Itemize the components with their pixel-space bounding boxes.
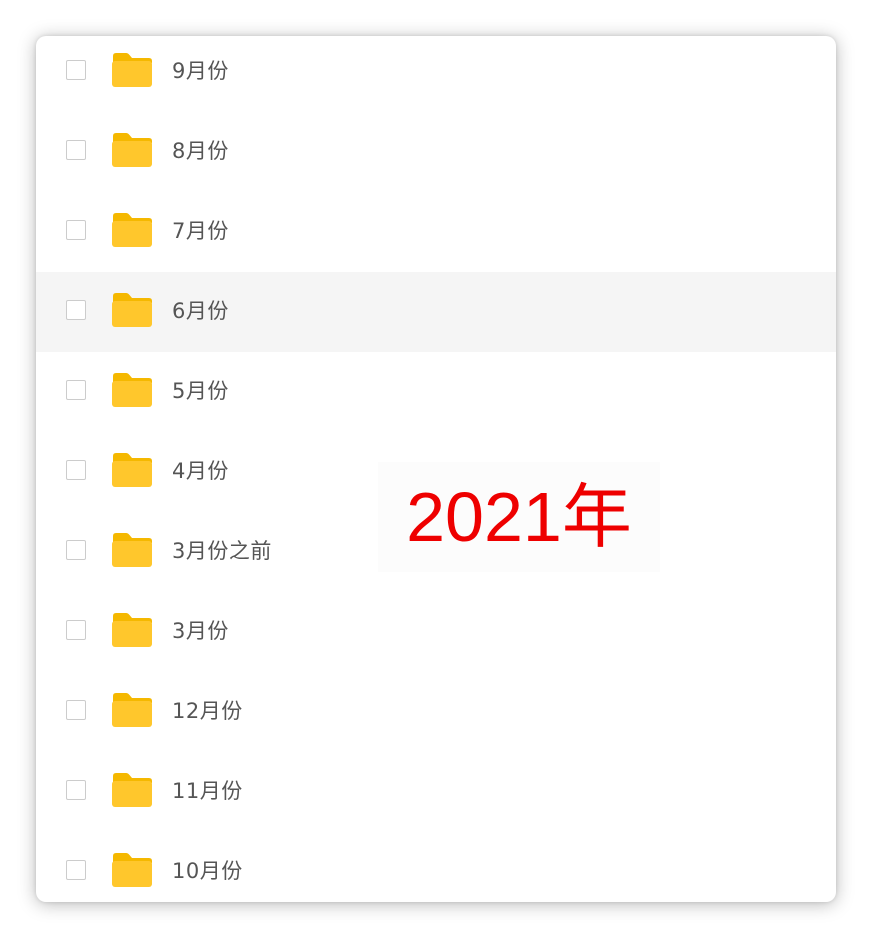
folder-name[interactable]: 3月份 [172,618,229,644]
folder-icon [111,372,153,408]
folder-name[interactable]: 7月份 [172,218,229,244]
folder-row[interactable]: 3月份 [36,592,836,672]
row-checkbox[interactable] [66,380,86,400]
folder-icon [111,532,153,568]
folder-icon [111,612,153,648]
folder-icon [111,212,153,248]
folder-row-hovered[interactable]: 6月份 [36,272,836,352]
folder-name[interactable]: 10月份 [172,858,243,884]
year-overlay-text: 2021年 [406,478,632,556]
row-checkbox[interactable] [66,140,86,160]
folder-icon [111,132,153,168]
folder-name[interactable]: 9月份 [172,58,229,84]
row-checkbox[interactable] [66,780,86,800]
row-checkbox[interactable] [66,460,86,480]
folder-name[interactable]: 8月份 [172,138,229,164]
row-checkbox[interactable] [66,300,86,320]
row-checkbox[interactable] [66,220,86,240]
folder-icon [111,852,153,888]
folder-icon [111,292,153,328]
year-overlay: 2021年 [378,462,660,572]
folder-row[interactable]: 5月份 [36,352,836,432]
folder-name[interactable]: 12月份 [172,698,243,724]
row-checkbox[interactable] [66,60,86,80]
row-checkbox[interactable] [66,620,86,640]
folder-name[interactable]: 11月份 [172,778,243,804]
folder-row[interactable]: 8月份 [36,112,836,192]
folder-name[interactable]: 4月份 [172,458,229,484]
folder-row[interactable]: 10月份 [36,832,836,902]
folder-name[interactable]: 3月份之前 [172,538,272,564]
folder-row[interactable]: 12月份 [36,672,836,752]
row-checkbox[interactable] [66,540,86,560]
folder-row[interactable]: 9月份 [36,36,836,112]
folder-name[interactable]: 5月份 [172,378,229,404]
folder-row[interactable]: 11月份 [36,752,836,832]
folder-icon [111,692,153,728]
folder-icon [111,52,153,88]
folder-icon [111,452,153,488]
folder-name[interactable]: 6月份 [172,298,229,324]
row-checkbox[interactable] [66,700,86,720]
folder-icon [111,772,153,808]
folder-row[interactable]: 7月份 [36,192,836,272]
row-checkbox[interactable] [66,860,86,880]
